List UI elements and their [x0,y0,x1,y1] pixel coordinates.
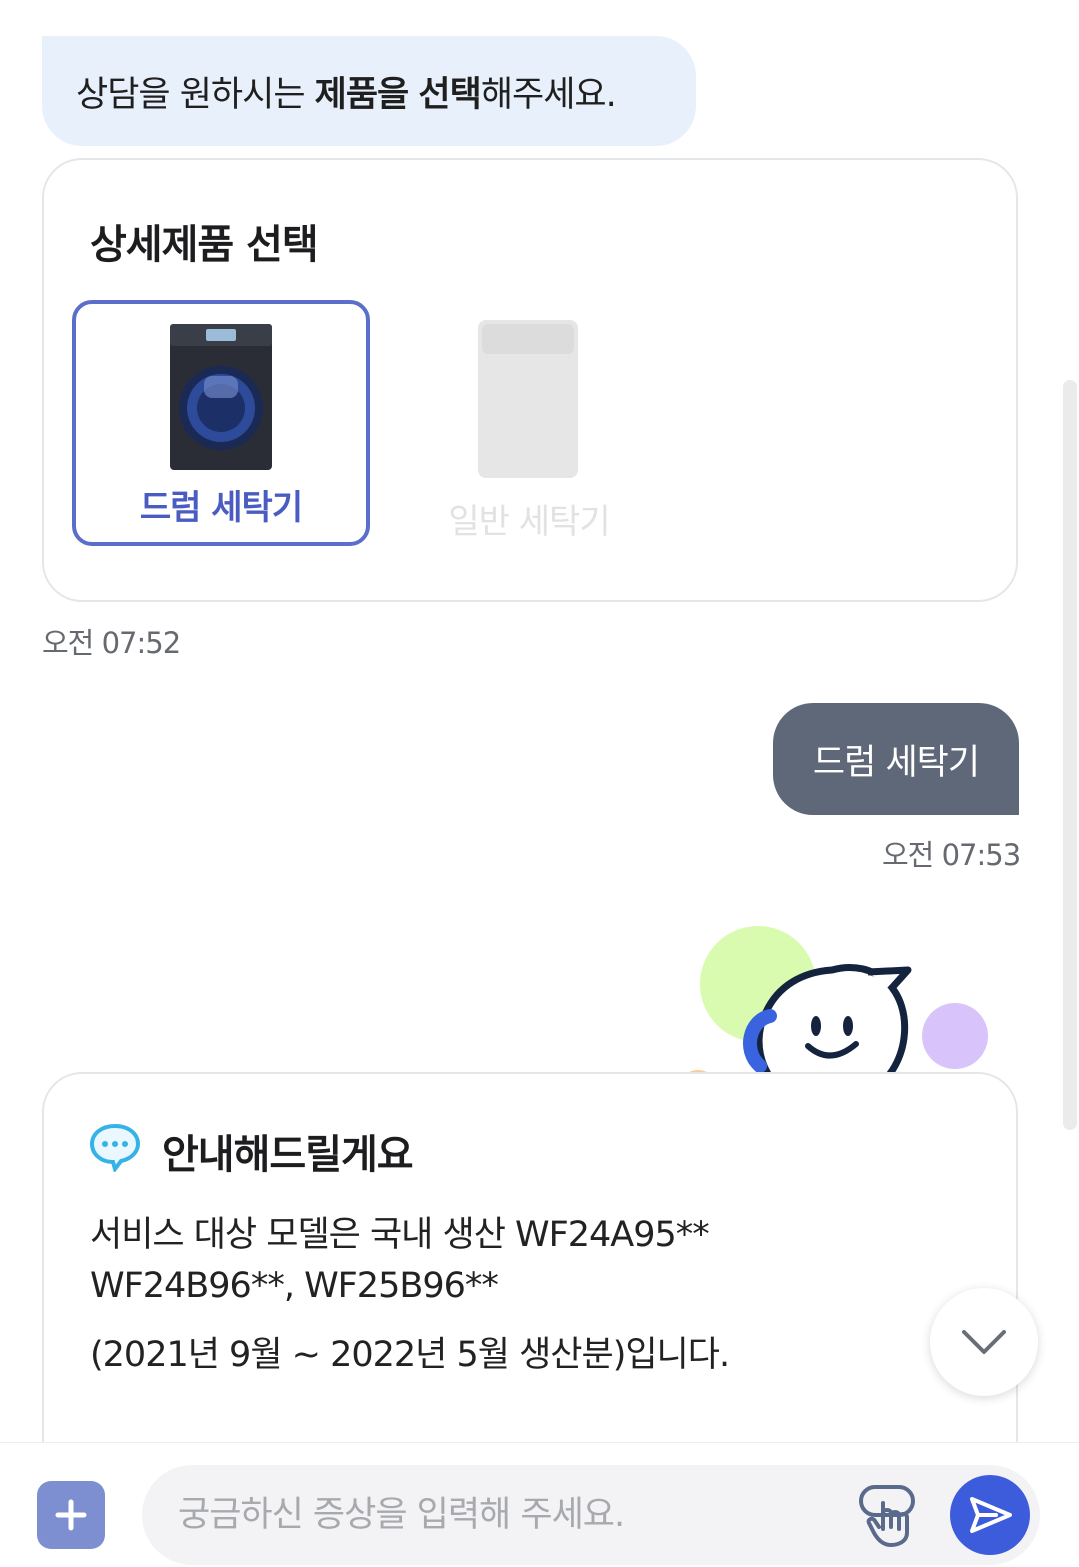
user-message-bubble: 드럼 세탁기 [773,703,1019,815]
chat-bubble-icon [89,1123,141,1172]
product-option-top-load-washer[interactable]: 일반 세탁기 [380,300,678,546]
product-label: 드럼 세탁기 [139,488,303,528]
product-option-drum-washer[interactable]: 드럼 세탁기 [72,300,370,546]
info-card: 안내해드릴게요 서비스 대상 모델은 국내 생산 WF24A95** WF24B… [42,1072,1018,1492]
info-card-line: (2021년 9월 ~ 2022년 5월 생산분)입니다. [90,1335,730,1375]
bot-message-bubble: 상담을 원하시는 제품을 선택해주세요. [42,36,696,146]
info-card-line: 서비스 대상 모델은 국내 생산 WF24A95** [90,1215,710,1255]
message-timestamp: 오전 07:53 [882,838,1021,872]
add-button[interactable] [37,1481,105,1549]
message-input[interactable] [176,1494,820,1536]
chevron-down-icon [962,1330,1006,1354]
send-button[interactable] [950,1475,1030,1555]
send-icon [970,1497,1012,1533]
plus-icon [55,1499,87,1531]
info-card-title: 안내해드릴게요 [162,1132,414,1178]
scroll-down-button[interactable] [930,1288,1038,1396]
info-card-line: WF24B96**, WF25B96** [90,1266,499,1306]
product-select-card: 상세제품 선택 드럼 세탁기 일반 세탁기 [42,158,1018,602]
message-timestamp: 오전 07:52 [42,626,181,660]
drum-washer-image [170,324,272,470]
top-load-washer-image [478,320,578,478]
user-message-text: 드럼 세탁기 [812,742,980,783]
chat-input-bar [0,1442,1079,1567]
touch-hand-icon[interactable] [855,1481,925,1547]
product-label: 일반 세탁기 [448,502,610,542]
card-title: 상세제품 선택 [90,222,319,268]
bot-message-text: 상담을 원하시는 제품을 선택해주세요. [76,74,617,115]
scrollbar-thumb[interactable] [1063,380,1077,1130]
